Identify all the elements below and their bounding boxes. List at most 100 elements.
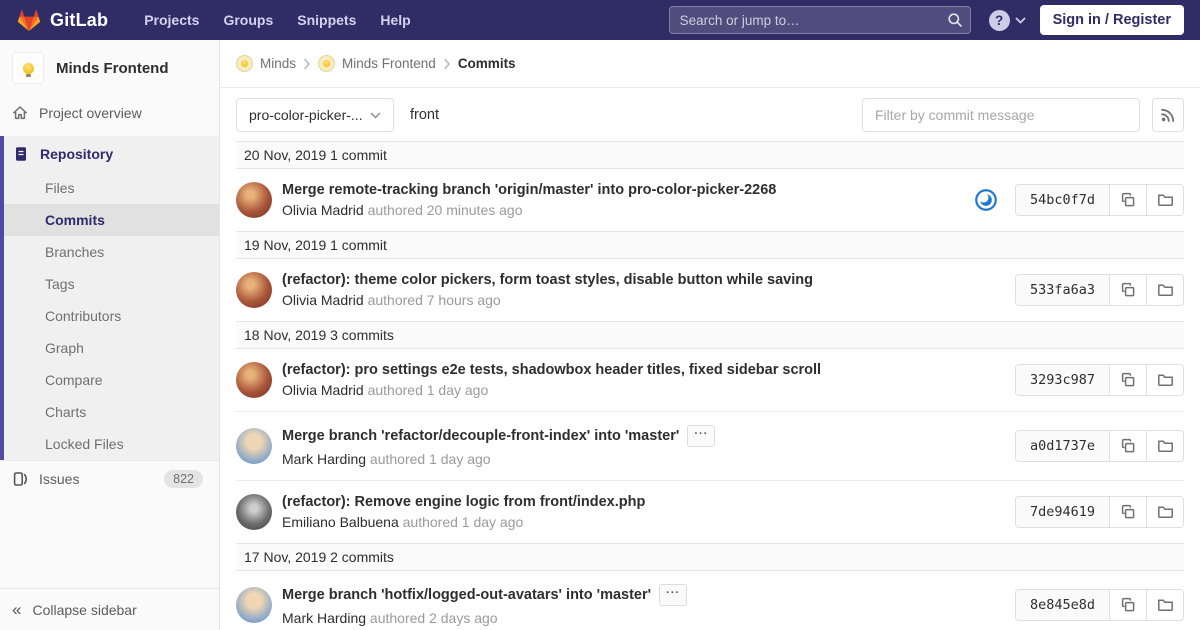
sidebar-item-commits[interactable]: Commits [4,204,219,236]
chevron-down-icon [1015,17,1026,24]
folder-icon [1157,504,1174,520]
menu-snippets[interactable]: Snippets [285,2,368,38]
commit-title-link[interactable]: Merge branch 'refactor/decouple-front-in… [282,428,679,444]
sidebar-item-branches[interactable]: Branches [4,236,219,268]
commit-sha[interactable]: 7de94619 [1016,497,1109,527]
main-menu: Projects Groups Snippets Help [132,2,423,38]
browse-files-button[interactable] [1146,590,1183,620]
commit-author-link[interactable]: Olivia Madrid [282,202,364,218]
copy-sha-button[interactable] [1109,275,1146,305]
commits-feed-button[interactable] [1152,98,1184,132]
search-icon [947,12,963,31]
sidebar-item-contributors[interactable]: Contributors [4,300,219,332]
commit-title-link[interactable]: Merge remote-tracking branch 'origin/mas… [282,182,776,198]
browse-files-button[interactable] [1146,365,1183,395]
top-navbar: GitLab Projects Groups Snippets Help ? S… [0,0,1200,40]
copy-icon [1120,438,1136,454]
pipeline-status-running-icon[interactable] [975,189,997,211]
commit-title-link[interactable]: (refactor): theme color pickers, form to… [282,272,813,288]
commit-author-link[interactable]: Olivia Madrid [282,292,364,308]
sidebar-item-compare[interactable]: Compare [4,364,219,396]
copy-icon [1120,597,1136,613]
browse-files-button[interactable] [1146,185,1183,215]
branch-selector-dropdown[interactable]: pro-color-picker-... [236,98,394,132]
commit-date-header: 18 Nov, 2019 3 commits [236,321,1184,349]
breadcrumb: Minds Minds Frontend Commits [220,40,1200,88]
commit-sha-group: 54bc0f7d [1015,184,1184,216]
commit-filter-input[interactable] [862,98,1140,132]
collapse-icon: « [12,601,21,618]
sidebar-item-tags[interactable]: Tags [4,268,219,300]
folder-icon [1157,438,1174,454]
menu-help[interactable]: Help [368,2,422,38]
commit-author-link[interactable]: Olivia Madrid [282,382,364,398]
gitlab-logo[interactable]: GitLab [16,8,108,33]
commit-title-link[interactable]: (refactor): Remove engine logic from fro… [282,494,645,510]
avatar[interactable] [236,587,272,623]
expand-commit-description-button[interactable]: ··· [659,584,687,606]
chevron-down-icon [370,112,381,119]
commit-sha[interactable]: 533fa6a3 [1016,275,1109,305]
sidebar-item-project-overview[interactable]: Project overview [0,96,219,130]
commit-author-link[interactable]: Mark Harding [282,451,366,467]
commit-meta-text: authored 1 day ago [368,382,489,398]
commit-title-link[interactable]: (refactor): pro settings e2e tests, shad… [282,362,821,378]
help-dropdown[interactable]: ? [989,10,1026,31]
browse-files-button[interactable] [1146,497,1183,527]
expand-commit-description-button[interactable]: ··· [687,425,715,447]
avatar[interactable] [236,272,272,308]
branch-selector-value: pro-color-picker-... [249,107,363,123]
commit-date-header: 17 Nov, 2019 2 commits [236,543,1184,571]
project-avatar [12,52,44,84]
breadcrumb-project[interactable]: Minds Frontend [318,55,436,72]
sidebar-section-repository: Repository Files Commits Branches Tags C… [0,136,219,460]
group-avatar [236,55,253,72]
menu-projects[interactable]: Projects [132,2,211,38]
browse-files-button[interactable] [1146,275,1183,305]
sidebar-item-charts[interactable]: Charts [4,396,219,428]
sidebar-item-issues[interactable]: Issues 822 [0,460,219,497]
folder-icon [1157,282,1174,298]
collapse-sidebar-button[interactable]: « Collapse sidebar [0,588,219,630]
avatar[interactable] [236,362,272,398]
project-avatar-small [318,55,335,72]
help-icon: ? [989,10,1010,31]
sidebar-item-files[interactable]: Files [4,172,219,204]
commit-row: (refactor): theme color pickers, form to… [236,259,1184,321]
sidebar-item-repository[interactable]: Repository [4,136,219,172]
avatar[interactable] [236,428,272,464]
commit-sha[interactable]: 3293c987 [1016,365,1109,395]
commit-author-link[interactable]: Mark Harding [282,610,366,626]
commit-sha-group: 7de94619 [1015,496,1184,528]
sidebar-item-locked-files[interactable]: Locked Files [4,428,219,460]
commit-row: Merge remote-tracking branch 'origin/mas… [236,169,1184,231]
sign-in-register-button[interactable]: Sign in / Register [1040,5,1184,35]
avatar[interactable] [236,494,272,530]
commit-sha[interactable]: 54bc0f7d [1016,185,1109,215]
commit-meta-text: authored 2 days ago [370,610,498,626]
sidebar-item-graph[interactable]: Graph [4,332,219,364]
commit-title-link[interactable]: Merge branch 'hotfix/logged-out-avatars'… [282,587,651,603]
commit-list: 20 Nov, 2019 1 commit Merge remote-track… [220,141,1200,630]
commit-author-link[interactable]: Emiliano Balbuena [282,514,399,530]
breadcrumb-current: Commits [458,56,516,71]
copy-sha-button[interactable] [1109,431,1146,461]
copy-sha-button[interactable] [1109,497,1146,527]
breadcrumb-label: Minds [260,56,296,71]
copy-icon [1120,282,1136,298]
menu-groups[interactable]: Groups [211,2,285,38]
copy-sha-button[interactable] [1109,365,1146,395]
sidebar-project-link[interactable]: Minds Frontend [0,40,219,96]
global-search [669,6,971,34]
copy-sha-button[interactable] [1109,185,1146,215]
commit-sha[interactable]: a0d1737e [1016,431,1109,461]
copy-sha-button[interactable] [1109,590,1146,620]
commit-sha-group: 8e845e8d [1015,589,1184,621]
browse-files-button[interactable] [1146,431,1183,461]
commit-sha-group: a0d1737e [1015,430,1184,462]
search-input[interactable] [669,6,971,34]
breadcrumb-group[interactable]: Minds [236,55,296,72]
avatar[interactable] [236,182,272,218]
main-content: Minds Minds Frontend Commits pro-color-p… [220,40,1200,630]
commit-sha[interactable]: 8e845e8d [1016,590,1109,620]
